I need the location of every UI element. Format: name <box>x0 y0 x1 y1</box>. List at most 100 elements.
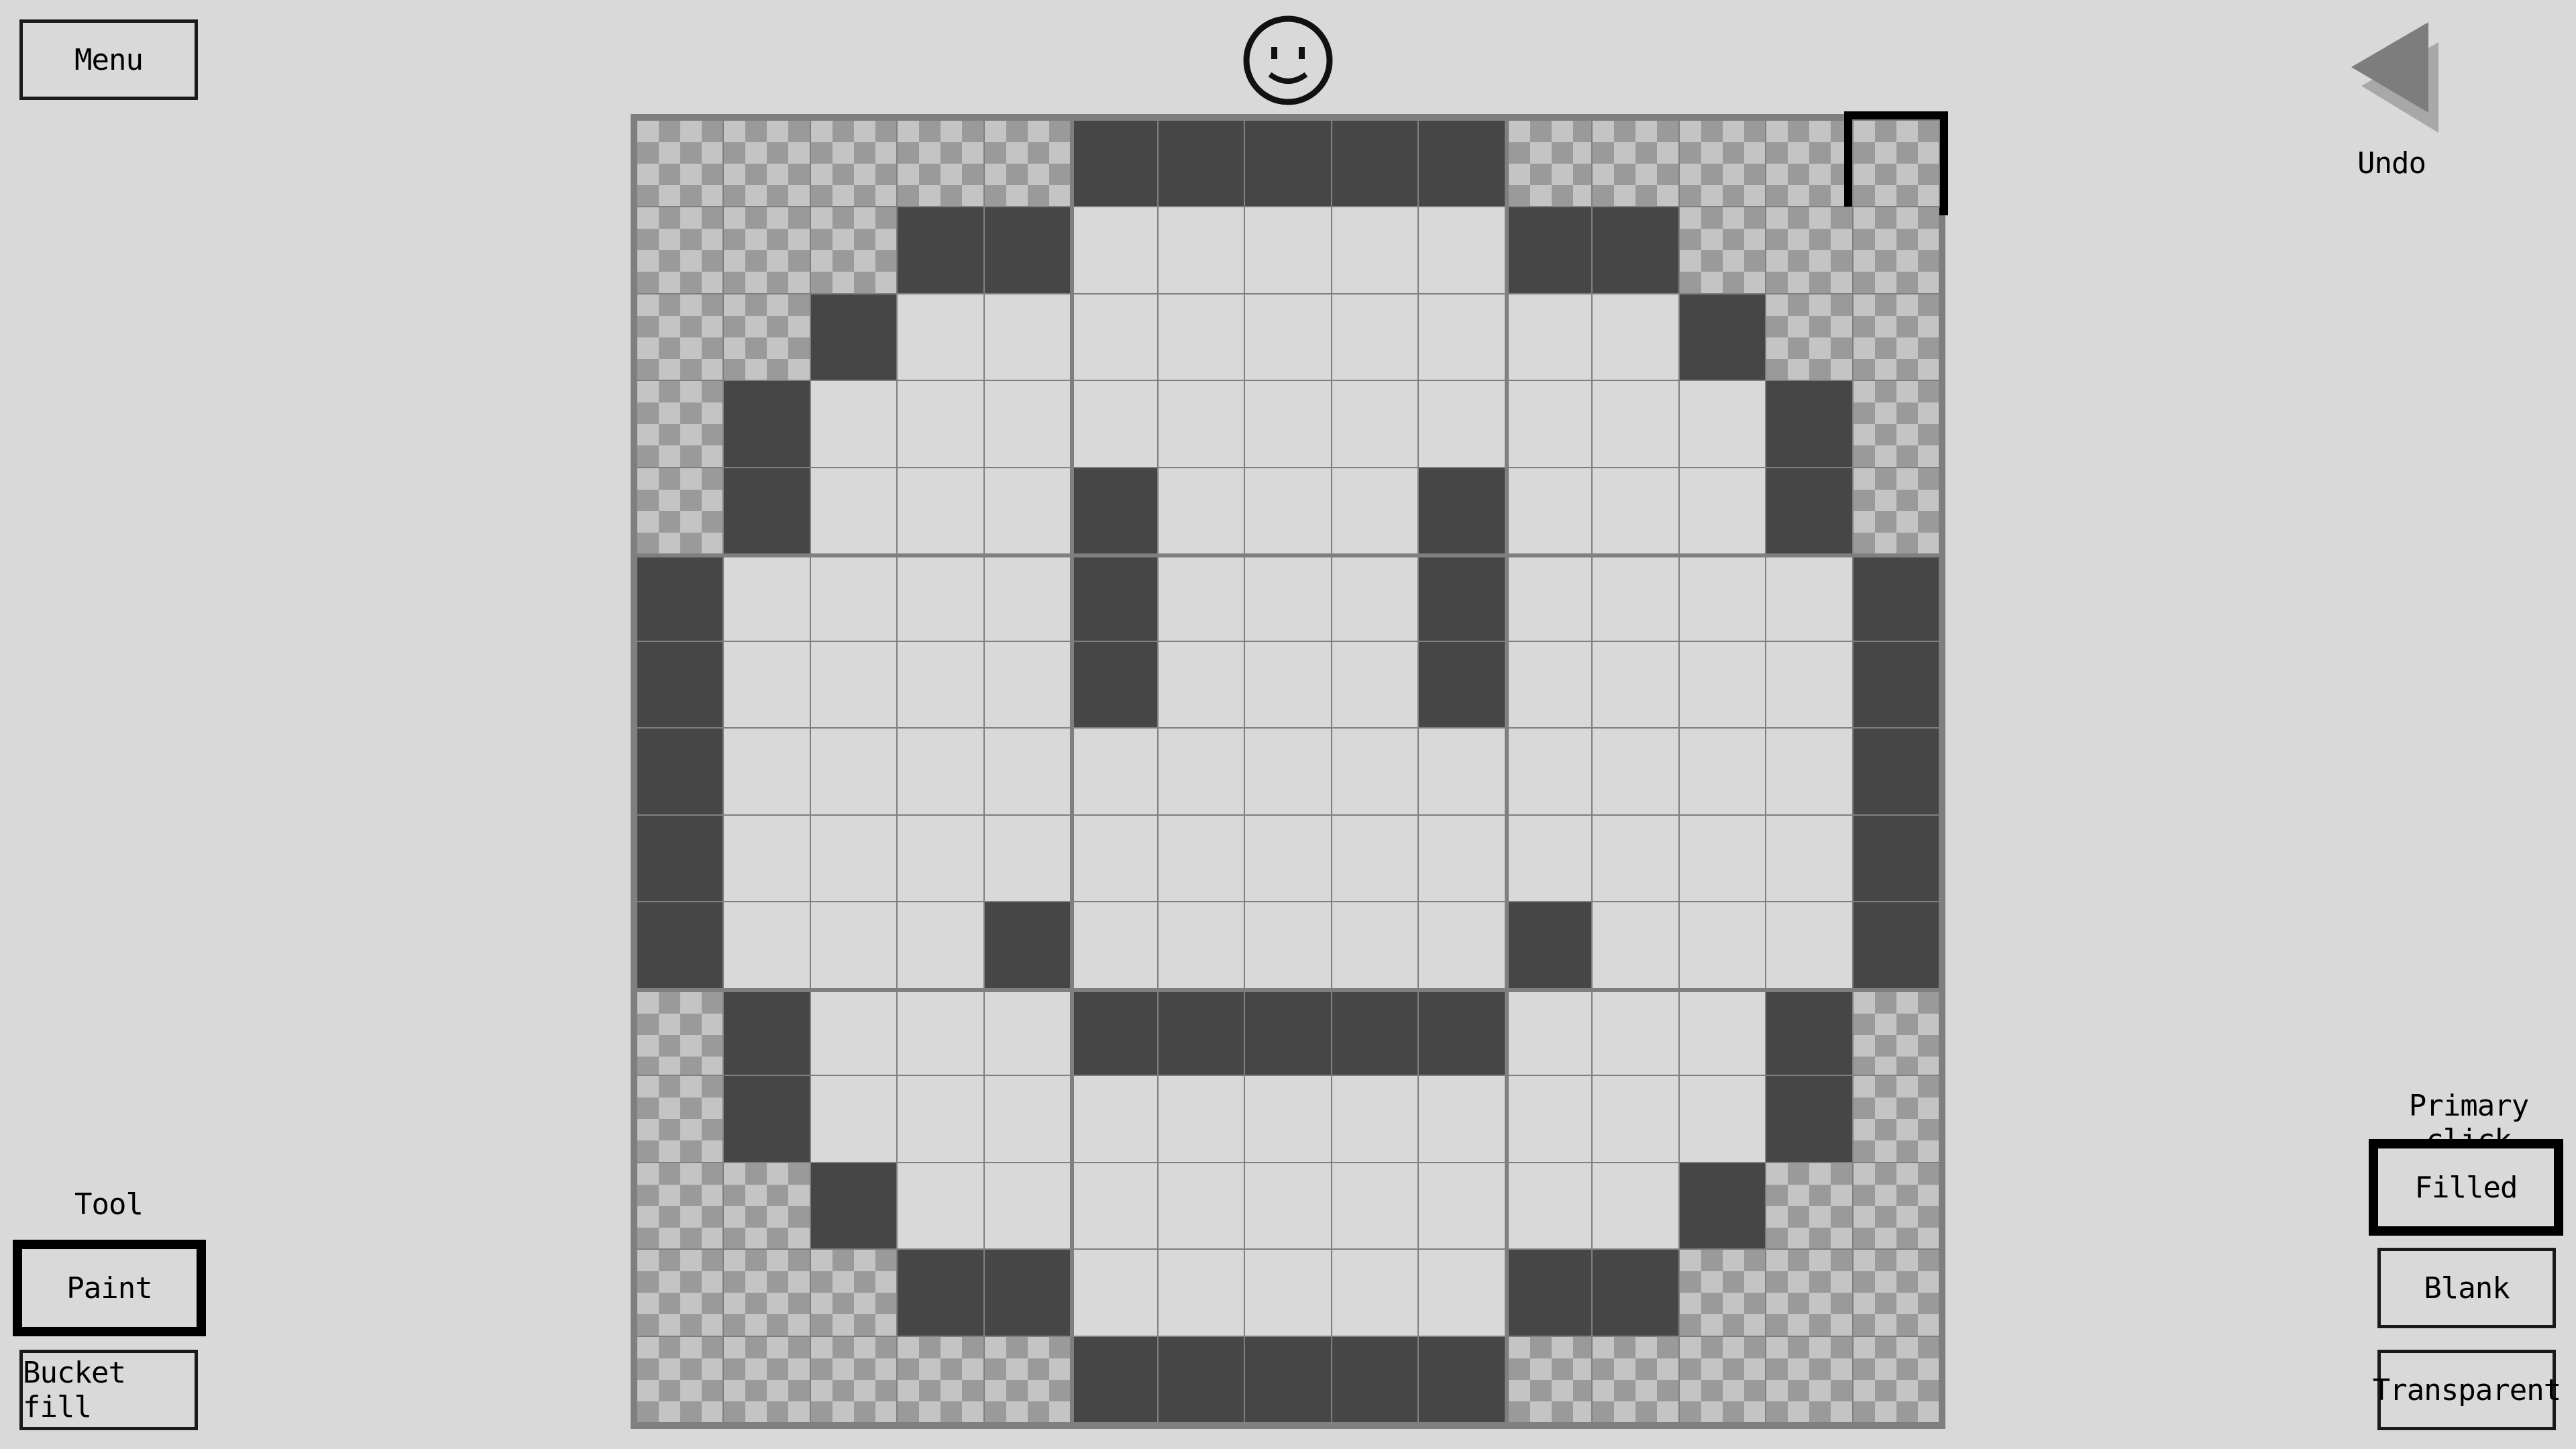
canvas-cell-blank[interactable] <box>1157 1249 1245 1336</box>
canvas-cell-filled[interactable] <box>1852 814 1939 902</box>
canvas-cell-blank[interactable] <box>1071 902 1158 989</box>
canvas-cell-filled[interactable] <box>1071 641 1158 729</box>
canvas-cell-blank[interactable] <box>1678 554 1766 641</box>
canvas-cell-transparent[interactable] <box>637 467 724 555</box>
canvas-cell-blank[interactable] <box>1157 293 1245 381</box>
canvas-cell-filled[interactable] <box>1766 467 1853 555</box>
canvas-cell-transparent[interactable] <box>723 207 810 294</box>
canvas-cell-blank[interactable] <box>1071 1162 1158 1250</box>
canvas-cell-filled[interactable] <box>1592 1249 1679 1336</box>
canvas-cell-transparent[interactable] <box>637 1249 724 1336</box>
canvas-cell-filled[interactable] <box>1244 120 1332 207</box>
canvas-cell-blank[interactable] <box>1157 641 1245 729</box>
canvas-cell-filled[interactable] <box>1505 207 1593 294</box>
canvas-cell-transparent[interactable] <box>1852 988 1939 1076</box>
canvas-cell-blank[interactable] <box>1505 380 1593 468</box>
canvas-cell-blank[interactable] <box>1505 293 1593 381</box>
canvas-cell-transparent[interactable] <box>810 207 898 294</box>
canvas-cell-blank[interactable] <box>1505 467 1593 555</box>
canvas-cell-blank[interactable] <box>1678 814 1766 902</box>
canvas-cell-blank[interactable] <box>1678 1075 1766 1163</box>
canvas-cell-blank[interactable] <box>1071 728 1158 815</box>
canvas-cell-blank[interactable] <box>810 467 898 555</box>
canvas-cell-filled[interactable] <box>1244 1336 1332 1423</box>
canvas-cell-blank[interactable] <box>1071 1075 1158 1163</box>
canvas-cell-blank[interactable] <box>1071 207 1158 294</box>
canvas-cell-blank[interactable] <box>1331 902 1419 989</box>
canvas-cell-blank[interactable] <box>1418 902 1505 989</box>
canvas-cell-blank[interactable] <box>983 1162 1071 1250</box>
undo-label[interactable]: Undo <box>2348 146 2435 180</box>
canvas-cell-filled[interactable] <box>723 467 810 555</box>
canvas-cell-transparent[interactable] <box>637 1336 724 1423</box>
canvas-cell-blank[interactable] <box>1331 1075 1419 1163</box>
canvas-cell-blank[interactable] <box>1418 1075 1505 1163</box>
canvas-cell-blank[interactable] <box>810 1075 898 1163</box>
canvas-cell-filled[interactable] <box>637 641 724 729</box>
paint-tool-button[interactable]: Paint <box>13 1240 206 1336</box>
canvas-cell-filled[interactable] <box>1071 467 1158 555</box>
canvas-cell-filled[interactable] <box>1244 988 1332 1076</box>
canvas-cell-transparent[interactable] <box>1592 1336 1679 1423</box>
canvas-cell-transparent[interactable] <box>1592 120 1679 207</box>
canvas-cell-blank[interactable] <box>897 380 984 468</box>
canvas-cell-blank[interactable] <box>1505 728 1593 815</box>
canvas-cell-transparent[interactable] <box>810 1249 898 1336</box>
canvas-cell-blank[interactable] <box>983 988 1071 1076</box>
canvas-cell-blank[interactable] <box>810 814 898 902</box>
canvas-cell-transparent[interactable] <box>1678 1336 1766 1423</box>
canvas-cell-filled[interactable] <box>1766 988 1853 1076</box>
canvas-cell-blank[interactable] <box>1331 554 1419 641</box>
canvas-cell-blank[interactable] <box>723 728 810 815</box>
canvas-cell-filled[interactable] <box>1852 728 1939 815</box>
canvas-cell-transparent[interactable] <box>1766 1336 1853 1423</box>
canvas-cell-blank[interactable] <box>1157 207 1245 294</box>
canvas-cell-blank[interactable] <box>897 467 984 555</box>
canvas-cell-blank[interactable] <box>1766 902 1853 989</box>
canvas-cell-blank[interactable] <box>1418 1162 1505 1250</box>
canvas-cell-filled[interactable] <box>1071 120 1158 207</box>
canvas-cell-blank[interactable] <box>1592 902 1679 989</box>
canvas-cell-blank[interactable] <box>1592 988 1679 1076</box>
canvas-cell-blank[interactable] <box>897 814 984 902</box>
canvas-cell-blank[interactable] <box>983 554 1071 641</box>
canvas-cell-filled[interactable] <box>1852 641 1939 729</box>
canvas-cell-blank[interactable] <box>1244 380 1332 468</box>
canvas-cell-blank[interactable] <box>1592 1162 1679 1250</box>
canvas-cell-transparent[interactable] <box>723 1336 810 1423</box>
canvas-cell-blank[interactable] <box>1331 728 1419 815</box>
canvas-cell-blank[interactable] <box>1592 554 1679 641</box>
canvas-cell-transparent[interactable] <box>1852 1249 1939 1336</box>
canvas-cell-blank[interactable] <box>1071 1249 1158 1336</box>
canvas-cell-blank[interactable] <box>1331 467 1419 555</box>
canvas-cell-blank[interactable] <box>1592 467 1679 555</box>
canvas-cell-blank[interactable] <box>1592 1075 1679 1163</box>
canvas-cell-filled[interactable] <box>1678 293 1766 381</box>
canvas-cell-blank[interactable] <box>983 728 1071 815</box>
canvas-cell-transparent[interactable] <box>637 380 724 468</box>
canvas-cell-filled[interactable] <box>983 207 1071 294</box>
canvas-cell-blank[interactable] <box>1766 814 1853 902</box>
canvas-cell-transparent[interactable] <box>1505 120 1593 207</box>
canvas-cell-blank[interactable] <box>1244 1249 1332 1336</box>
canvas-cell-filled[interactable] <box>1418 641 1505 729</box>
canvas-cell-transparent[interactable] <box>1852 467 1939 555</box>
canvas-cell-blank[interactable] <box>1592 641 1679 729</box>
blank-option-button[interactable]: Blank <box>2377 1248 2556 1328</box>
canvas-cell-blank[interactable] <box>1766 554 1853 641</box>
canvas-cell-blank[interactable] <box>1592 814 1679 902</box>
canvas-cell-blank[interactable] <box>1678 902 1766 989</box>
canvas-cell-filled[interactable] <box>1418 1336 1505 1423</box>
canvas-cell-transparent[interactable] <box>1766 207 1853 294</box>
canvas-cell-blank[interactable] <box>1766 728 1853 815</box>
canvas-cell-transparent[interactable] <box>1766 120 1853 207</box>
canvas-cell-filled[interactable] <box>1071 988 1158 1076</box>
canvas-cell-blank[interactable] <box>1418 814 1505 902</box>
canvas-cell-transparent[interactable] <box>1678 120 1766 207</box>
canvas-cell-filled[interactable] <box>637 728 724 815</box>
canvas-cell-blank[interactable] <box>1244 728 1332 815</box>
canvas-cell-transparent[interactable] <box>1852 1336 1939 1423</box>
canvas-cell-filled[interactable] <box>1418 988 1505 1076</box>
canvas-cell-transparent[interactable] <box>983 120 1071 207</box>
canvas-cell-transparent[interactable] <box>1505 1336 1593 1423</box>
